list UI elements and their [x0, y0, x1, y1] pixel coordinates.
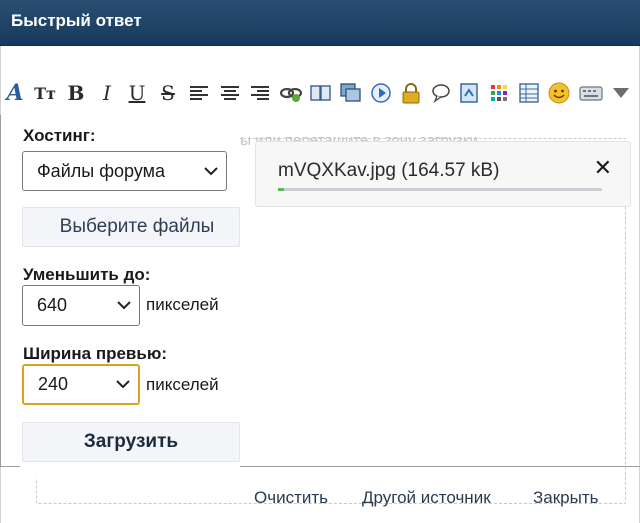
hosting-select-value: Файлы форума — [37, 160, 166, 181]
upload-progress-fill — [278, 188, 285, 191]
preview-width-unit: пикселей — [146, 375, 219, 394]
image-icon[interactable] — [338, 79, 364, 107]
file-item: mVQXKav.jpg (164.57 kB) ✕ — [255, 141, 631, 207]
preview-width-label: Ширина превью: — [23, 344, 168, 363]
resize-select[interactable]: 640 — [22, 285, 140, 326]
table-icon[interactable] — [516, 79, 542, 107]
upload-icon[interactable] — [456, 79, 482, 107]
speech-bubble-icon[interactable] — [428, 79, 454, 107]
hosting-select[interactable]: Файлы форума — [22, 151, 227, 191]
editor-toolbar: A Tт B I U S — [2, 79, 638, 107]
font-size-icon[interactable]: Tт — [32, 79, 58, 107]
chevron-down-icon — [112, 366, 134, 403]
quick-reply-title: Быстрый ответ — [11, 11, 142, 30]
align-right-icon[interactable] — [247, 79, 273, 107]
upload-button[interactable]: Загрузить — [22, 422, 240, 462]
media-play-icon[interactable] — [368, 79, 394, 107]
book-icon[interactable] — [308, 79, 334, 107]
quick-reply-header: Быстрый ответ — [0, 0, 640, 46]
dropdown-arrow-icon[interactable] — [608, 79, 634, 107]
italic-icon[interactable]: I — [94, 79, 120, 107]
chevron-down-icon — [113, 286, 135, 325]
preview-width-select[interactable]: 240 — [22, 364, 140, 405]
upload-progress-bar — [278, 188, 602, 191]
chevron-down-icon — [200, 152, 222, 190]
align-left-icon[interactable] — [186, 79, 212, 107]
clear-link[interactable]: Очистить — [254, 488, 328, 508]
underline-icon[interactable]: U — [124, 79, 150, 107]
choose-files-button[interactable]: Выберите файлы — [22, 207, 240, 247]
smiley-icon[interactable] — [546, 79, 572, 107]
close-icon[interactable]: ✕ — [594, 156, 612, 181]
resize-label: Уменьшить до: — [23, 265, 151, 284]
lock-icon[interactable] — [398, 79, 424, 107]
file-name: mVQXKav.jpg (164.57 kB) — [278, 160, 500, 181]
link-icon[interactable] — [278, 79, 304, 107]
close-link[interactable]: Закрыть — [533, 488, 598, 508]
keyboard-icon[interactable] — [578, 79, 604, 107]
hosting-label: Хостинг: — [23, 126, 96, 145]
other-source-link[interactable]: Другой источник — [362, 488, 491, 508]
resize-unit: пикселей — [146, 295, 219, 314]
align-center-icon[interactable] — [217, 79, 243, 107]
resize-select-value: 640 — [37, 295, 68, 315]
color-grid-icon[interactable] — [486, 79, 512, 107]
bold-icon[interactable]: B — [63, 79, 89, 107]
font-color-icon[interactable]: A — [2, 79, 28, 107]
preview-width-value: 240 — [38, 374, 69, 394]
strikethrough-icon[interactable]: S — [155, 79, 181, 107]
